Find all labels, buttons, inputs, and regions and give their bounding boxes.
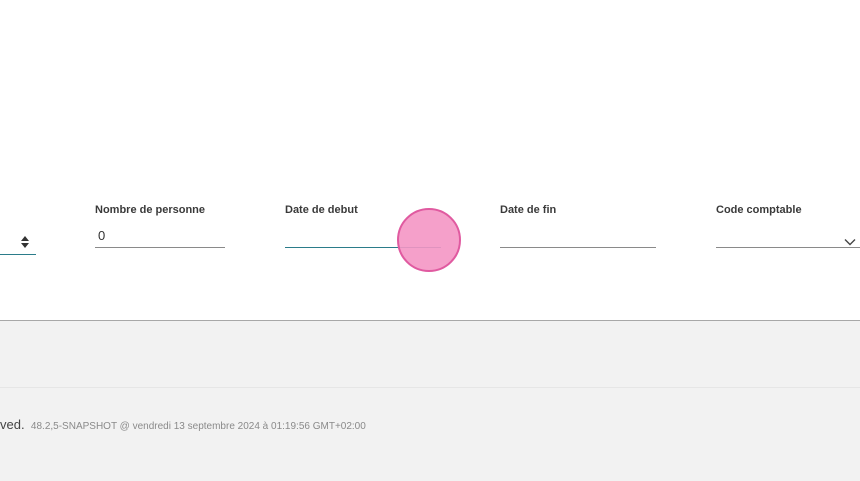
footer-text: ved. 48.2,5-SNAPSHOT @ vendredi 13 septe… <box>0 417 366 432</box>
date-de-debut-label: Date de debut <box>285 204 358 216</box>
footer-version-info: 48.2,5-SNAPSHOT @ vendredi 13 septembre … <box>30 421 366 432</box>
code-comptable-field: Code comptable <box>716 204 860 254</box>
nombre-de-personne-label: Nombre de personne <box>95 204 206 216</box>
previous-field-stepper[interactable] <box>0 230 36 255</box>
footer-rights-text: ved. <box>0 417 25 432</box>
date-de-fin-field: Date de fin <box>500 204 656 254</box>
form-area: Nombre de personne 0 Date de debut Date … <box>0 0 860 320</box>
code-comptable-label: Code comptable <box>716 204 802 216</box>
footer-divider <box>0 387 860 388</box>
nombre-de-personne-field: Nombre de personne 0 <box>95 204 225 254</box>
code-comptable-select[interactable] <box>716 224 860 248</box>
footer: ved. 48.2,5-SNAPSHOT @ vendredi 13 septe… <box>0 321 860 481</box>
date-de-fin-label: Date de fin <box>500 204 557 216</box>
chevron-down-icon[interactable] <box>844 236 856 248</box>
stepper-arrows-icon[interactable] <box>20 235 30 249</box>
date-de-fin-input[interactable] <box>500 224 656 248</box>
click-indicator <box>397 208 461 272</box>
nombre-de-personne-input[interactable]: 0 <box>95 224 225 248</box>
